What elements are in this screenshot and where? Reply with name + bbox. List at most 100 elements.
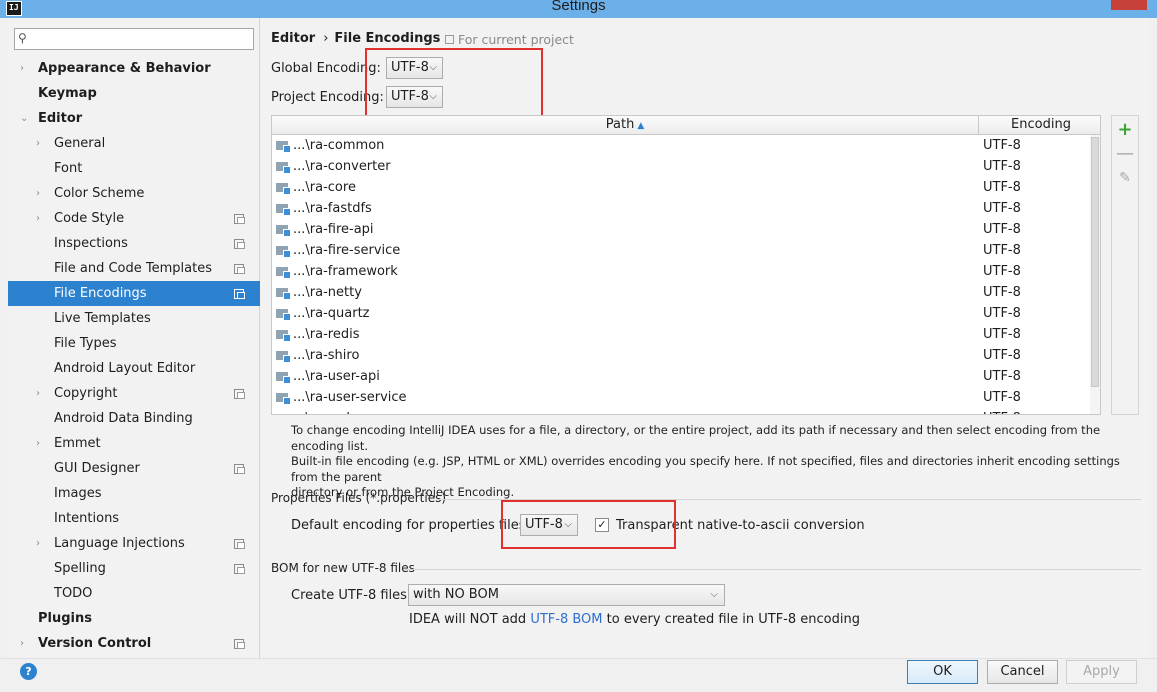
table-row[interactable]: ...\ra-converter UTF-8 bbox=[272, 156, 1100, 177]
sidebar-item-color-scheme[interactable]: › Color Scheme bbox=[8, 181, 260, 206]
row-path: ...\ra-netty bbox=[293, 285, 362, 300]
sidebar-item-copyright[interactable]: › Copyright bbox=[8, 381, 260, 406]
table-row[interactable]: ...\ra-shiro UTF-8 bbox=[272, 345, 1100, 366]
chevron-right-icon[interactable]: › bbox=[36, 131, 40, 156]
breadcrumb: Editor › File Encodings bbox=[271, 31, 440, 46]
row-path: ...\ra-fire-api bbox=[293, 222, 374, 237]
row-encoding[interactable]: UTF-8 bbox=[983, 366, 1021, 387]
sidebar-item-file-and-code-templates[interactable]: File and Code Templates bbox=[8, 256, 260, 281]
chevron-right-icon[interactable]: › bbox=[36, 181, 40, 206]
encoding-mappings-table[interactable]: Path ▲ Encoding ...\ra-common UTF-8 ...\ra-… bbox=[271, 115, 1101, 415]
sidebar-item-code-style[interactable]: › Code Style bbox=[8, 206, 260, 231]
breadcrumb-separator-icon: › bbox=[323, 31, 329, 46]
column-header-path[interactable]: Path ▲ bbox=[272, 116, 979, 135]
module-folder-icon bbox=[276, 330, 291, 342]
row-encoding[interactable]: UTF-8 bbox=[983, 324, 1021, 345]
sidebar-item-emmet[interactable]: › Emmet bbox=[8, 431, 260, 456]
table-row[interactable]: ...\ra-core UTF-8 bbox=[272, 177, 1100, 198]
add-icon[interactable]: + bbox=[1112, 120, 1138, 140]
sidebar-item-intentions[interactable]: Intentions bbox=[8, 506, 260, 531]
cancel-button[interactable]: Cancel bbox=[987, 660, 1058, 684]
chevron-right-icon[interactable]: › bbox=[20, 631, 24, 656]
table-row[interactable]: ...\ra-web UTF-8 bbox=[272, 408, 1100, 415]
row-encoding[interactable]: UTF-8 bbox=[983, 177, 1021, 198]
sidebar-item-label: Code Style bbox=[54, 211, 125, 226]
table-row[interactable]: ...\ra-redis UTF-8 bbox=[272, 324, 1100, 345]
sidebar-item-editor[interactable]: ⌄ Editor bbox=[8, 106, 260, 131]
module-folder-icon bbox=[276, 351, 291, 363]
row-encoding[interactable]: UTF-8 bbox=[983, 156, 1021, 177]
sidebar-item-label: Android Data Binding bbox=[54, 411, 193, 426]
table-row[interactable]: ...\ra-user-api UTF-8 bbox=[272, 366, 1100, 387]
chevron-right-icon[interactable]: › bbox=[36, 531, 40, 556]
edit-icon[interactable]: ✎ bbox=[1112, 168, 1138, 188]
sidebar-item-file-types[interactable]: File Types bbox=[8, 331, 260, 356]
sidebar-item-font[interactable]: Font bbox=[8, 156, 260, 181]
remove-icon[interactable]: — bbox=[1112, 144, 1138, 164]
row-encoding[interactable]: UTF-8 bbox=[983, 387, 1021, 408]
sidebar-item-todo[interactable]: TODO bbox=[8, 581, 260, 606]
module-folder-icon bbox=[276, 414, 288, 415]
row-path: ...\ra-common bbox=[293, 138, 385, 153]
chevron-right-icon[interactable]: › bbox=[36, 206, 40, 231]
sidebar-item-file-encodings[interactable]: File Encodings bbox=[8, 281, 260, 306]
row-encoding[interactable]: UTF-8 bbox=[983, 198, 1021, 219]
table-row[interactable]: ...\ra-framework UTF-8 bbox=[272, 261, 1100, 282]
ok-button[interactable]: OK bbox=[907, 660, 978, 684]
properties-group-title: Properties Files (*.properties) bbox=[271, 491, 447, 505]
module-folder-icon bbox=[276, 309, 291, 321]
row-path: ...\ra-core bbox=[293, 180, 356, 195]
sidebar-item-android-layout-editor[interactable]: Android Layout Editor bbox=[8, 356, 260, 381]
table-row[interactable]: ...\ra-fire-service UTF-8 bbox=[272, 240, 1100, 261]
scrollbar-thumb[interactable] bbox=[1091, 137, 1099, 387]
table-row[interactable]: ...\ra-quartz UTF-8 bbox=[272, 303, 1100, 324]
table-header: Path ▲ Encoding bbox=[272, 116, 1100, 135]
sidebar-item-appearance-behavior[interactable]: › Appearance & Behavior bbox=[8, 56, 260, 81]
table-row[interactable]: ...\ra-user-service UTF-8 bbox=[272, 387, 1100, 408]
sidebar-item-keymap[interactable]: Keymap bbox=[8, 81, 260, 106]
dialog-footer: ? OK Cancel Apply bbox=[0, 658, 1157, 692]
row-encoding[interactable]: UTF-8 bbox=[983, 240, 1021, 261]
sidebar-item-images[interactable]: Images bbox=[8, 481, 260, 506]
sidebar-item-inspections[interactable]: Inspections bbox=[8, 231, 260, 256]
sidebar-item-gui-designer[interactable]: GUI Designer bbox=[8, 456, 260, 481]
row-encoding[interactable]: UTF-8 bbox=[983, 219, 1021, 240]
chevron-right-icon[interactable]: › bbox=[36, 431, 40, 456]
sidebar-item-label: TODO bbox=[54, 586, 93, 601]
sidebar-item-plugins[interactable]: Plugins bbox=[8, 606, 260, 631]
bom-note-suffix: to every created file in UTF-8 encoding bbox=[602, 612, 860, 627]
table-row[interactable]: ...\ra-fastdfs UTF-8 bbox=[272, 198, 1100, 219]
apply-button[interactable]: Apply bbox=[1066, 660, 1137, 684]
help-icon[interactable]: ? bbox=[20, 663, 37, 680]
chevron-down-icon[interactable]: ⌄ bbox=[20, 106, 28, 131]
row-encoding[interactable]: UTF-8 bbox=[983, 345, 1021, 366]
row-encoding[interactable]: UTF-8 bbox=[983, 135, 1021, 156]
sidebar-item-label: Inspections bbox=[54, 236, 128, 251]
chevron-right-icon[interactable]: › bbox=[36, 381, 40, 406]
sidebar-item-live-templates[interactable]: Live Templates bbox=[8, 306, 260, 331]
sidebar-item-android-data-binding[interactable]: Android Data Binding bbox=[8, 406, 260, 431]
sidebar-item-general[interactable]: › General bbox=[8, 131, 260, 156]
sidebar-item-label: File and Code Templates bbox=[54, 261, 212, 276]
table-scrollbar[interactable] bbox=[1090, 135, 1100, 414]
table-row[interactable]: ...\ra-fire-api UTF-8 bbox=[272, 219, 1100, 240]
row-encoding[interactable]: UTF-8 bbox=[983, 261, 1021, 282]
project-scope-label: For current project bbox=[458, 32, 574, 47]
settings-search-input[interactable]: ⚲ bbox=[14, 28, 254, 50]
row-path: ...\ra-framework bbox=[293, 264, 398, 279]
window-close-button[interactable] bbox=[1111, 0, 1147, 10]
sidebar-item-language-injections[interactable]: › Language Injections bbox=[8, 531, 260, 556]
column-header-encoding[interactable]: Encoding bbox=[980, 116, 1100, 135]
sidebar-item-label: File Encodings bbox=[54, 286, 147, 301]
table-row[interactable]: ...\ra-netty UTF-8 bbox=[272, 282, 1100, 303]
bom-select[interactable]: with NO BOM ⌵ bbox=[408, 584, 725, 606]
table-row[interactable]: ...\ra-common UTF-8 bbox=[272, 135, 1100, 156]
sidebar-item-version-control[interactable]: › Version Control bbox=[8, 631, 260, 656]
create-utf8-label: Create UTF-8 files: bbox=[291, 588, 412, 603]
sidebar-item-spelling[interactable]: Spelling bbox=[8, 556, 260, 581]
chevron-right-icon[interactable]: › bbox=[20, 56, 24, 81]
row-encoding[interactable]: UTF-8 bbox=[983, 408, 1021, 414]
row-encoding[interactable]: UTF-8 bbox=[983, 303, 1021, 324]
row-encoding[interactable]: UTF-8 bbox=[983, 282, 1021, 303]
utf8-bom-link[interactable]: UTF-8 BOM bbox=[530, 612, 602, 627]
